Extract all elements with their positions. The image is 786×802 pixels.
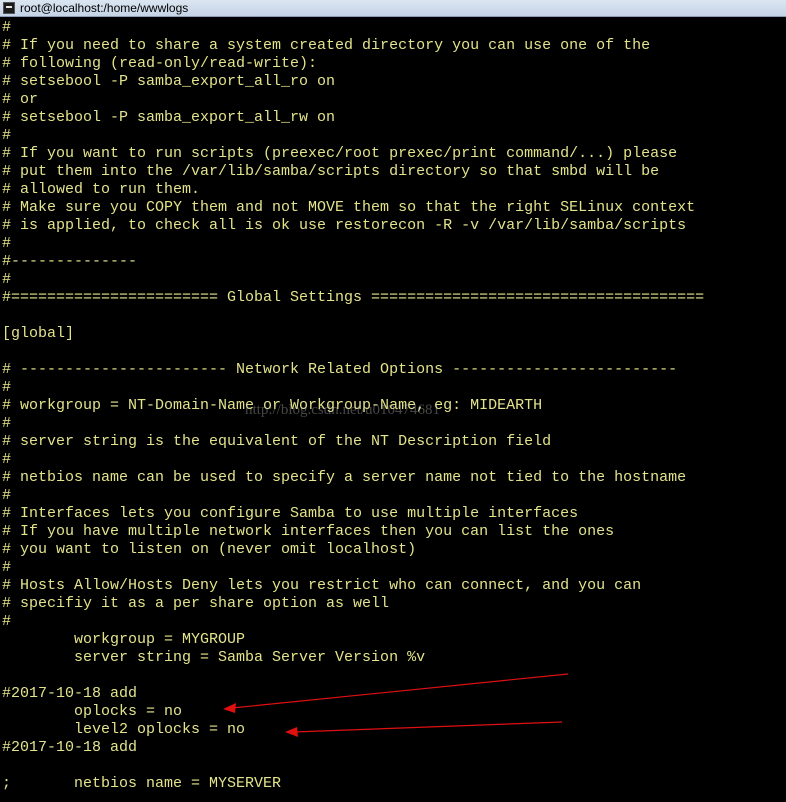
terminal-line: #: [2, 379, 12, 396]
terminal-line: # allowed to run them.: [2, 181, 201, 198]
terminal-line: #: [2, 19, 12, 36]
terminal-line: #: [2, 127, 12, 144]
terminal-line: # netbios name can be used to specify a …: [2, 469, 687, 486]
added-comment-line: #2017-10-18 add: [2, 739, 138, 756]
terminal-line: #: [2, 235, 12, 252]
terminal-line: # workgroup = NT-Domain-Name or Workgrou…: [2, 397, 543, 414]
terminal-line: # server string is the equivalent of the…: [2, 433, 552, 450]
terminal-line: # or: [2, 91, 39, 108]
netbios-name-setting-line: ; netbios name = MYSERVER: [2, 775, 282, 792]
level2-oplocks-setting-line: level2 oplocks = no: [2, 721, 246, 738]
terminal-line: # Hosts Allow/Hosts Deny lets you restri…: [2, 577, 642, 594]
window-titlebar[interactable]: root@localhost:/home/wwwlogs: [0, 0, 786, 17]
oplocks-setting-line: oplocks = no: [2, 703, 183, 720]
terminal-line: #: [2, 487, 12, 504]
workgroup-setting-line: workgroup = MYGROUP: [2, 631, 246, 648]
network-options-header-line: # ----------------------- Network Relate…: [2, 361, 678, 378]
terminal-line: # you want to listen on (never omit loca…: [2, 541, 417, 558]
terminal-line: # setsebool -P samba_export_all_ro on: [2, 73, 336, 90]
terminal-line: #: [2, 415, 12, 432]
terminal-line: # specifiy it as a per share option as w…: [2, 595, 390, 612]
terminal-line: #: [2, 559, 12, 576]
global-settings-header-line: #======================= Global Settings…: [2, 289, 705, 306]
terminal-line: # following (read-only/read-write):: [2, 55, 318, 72]
terminal-app-icon: [3, 2, 15, 14]
window-title: root@localhost:/home/wwwlogs: [20, 1, 189, 15]
terminal-line: #: [2, 271, 12, 288]
terminal-line: # is applied, to check all is ok use res…: [2, 217, 687, 234]
terminal-line: # put them into the /var/lib/samba/scrip…: [2, 163, 660, 180]
server-string-setting-line: server string = Samba Server Version %v: [2, 649, 426, 666]
terminal-line: # Interfaces lets you configure Samba to…: [2, 505, 579, 522]
terminal-line: # setsebool -P samba_export_all_rw on: [2, 109, 336, 126]
added-comment-line: #2017-10-18 add: [2, 685, 138, 702]
terminal-line: #: [2, 613, 12, 630]
terminal-line: #: [2, 451, 12, 468]
terminal-line: # If you have multiple network interface…: [2, 523, 615, 540]
terminal-line: # If you need to share a system created …: [2, 37, 651, 54]
terminal-output[interactable]: # # If you need to share a system create…: [0, 19, 786, 802]
terminal-line: # If you want to run scripts (preexec/ro…: [2, 145, 678, 162]
terminal-line: # Make sure you COPY them and not MOVE t…: [2, 199, 696, 216]
global-section-line: [global]: [2, 325, 75, 342]
terminal-line: #--------------: [2, 253, 138, 270]
